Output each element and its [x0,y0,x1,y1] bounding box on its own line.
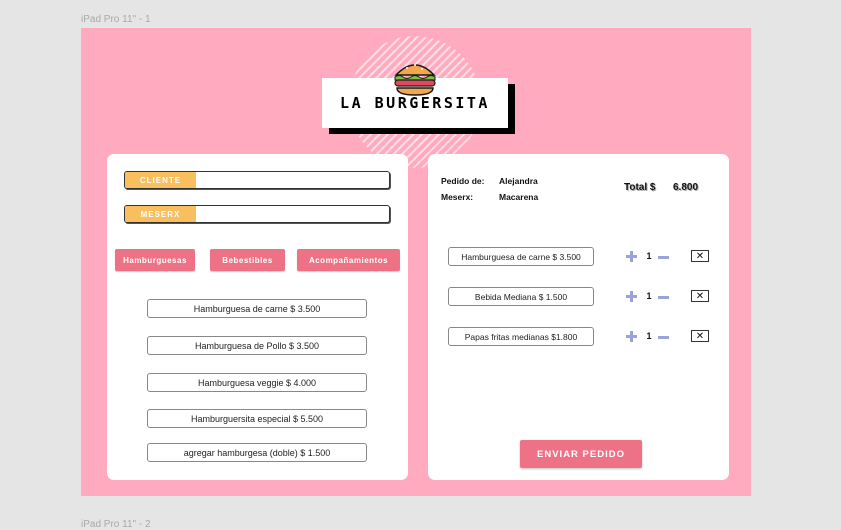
item-quantity: 1 [646,331,652,341]
menu-item-agregar-doble[interactable]: agregar hamburgesa (doble) $ 1.500 [147,443,367,462]
mesero-label: MESERX [125,206,196,222]
mesero-input[interactable] [197,206,389,222]
close-icon[interactable]: ✕ [691,250,709,262]
close-icon[interactable]: ✕ [691,330,709,342]
pedido-value: Alejandra [499,176,538,186]
order-mesero-value: Macarena [499,192,539,202]
minus-icon[interactable] [658,336,669,339]
tab-hamburguesas[interactable]: Hamburguesas [115,249,195,271]
cliente-label: CLIENTE [125,172,196,188]
menu-item-hamburguesa-pollo[interactable]: Hamburguesa de Pollo $ 3.500 [147,336,367,355]
cliente-field: CLIENTE [124,171,390,189]
tab-acompanamientos[interactable]: Acompañamientos [297,249,400,271]
close-icon[interactable]: ✕ [691,290,709,302]
total-value: 6.800 [673,182,699,193]
tab-bebestibles[interactable]: Bebestibles [210,249,285,271]
menu-item-hamburguesa-veggie[interactable]: Hamburguesa veggie $ 4.000 [147,373,367,392]
total-label: Total $ [624,182,656,193]
order-item: Bebida Mediana $ 1.500 [448,287,594,306]
item-quantity: 1 [646,291,652,301]
menu-item-hamburguesa-carne[interactable]: Hamburguesa de carne $ 3.500 [147,299,367,318]
frame-label: iPad Pro 11" - 1 [81,14,151,25]
app-canvas: LA BURGERSITA CLIENTE MESERX Hamburguesa… [81,28,751,496]
plus-icon[interactable] [626,251,637,262]
menu-panel: CLIENTE MESERX Hamburguesas Bebestibles … [107,154,408,480]
mesero-field: MESERX [124,205,390,223]
cliente-input[interactable] [197,172,389,188]
order-item: Hamburguesa de carne $ 3.500 [448,247,594,266]
plus-icon[interactable] [626,331,637,342]
send-order-button[interactable]: ENVIAR PEDIDO [520,440,642,468]
menu-item-hamburguersita-especial[interactable]: Hamburguersita especial $ 5.500 [147,409,367,428]
order-item: Papas fritas medianas $1.800 [448,327,594,346]
item-quantity: 1 [646,251,652,261]
minus-icon[interactable] [658,256,669,259]
order-panel: Pedido de: Alejandra Meserx: Macarena To… [428,154,729,480]
order-mesero-label: Meserx: [441,192,474,202]
frame-label-next: iPad Pro 11" - 2 [81,519,151,530]
pedido-label: Pedido de: [441,176,485,186]
plus-icon[interactable] [626,291,637,302]
burger-icon [394,64,436,96]
minus-icon[interactable] [658,296,669,299]
